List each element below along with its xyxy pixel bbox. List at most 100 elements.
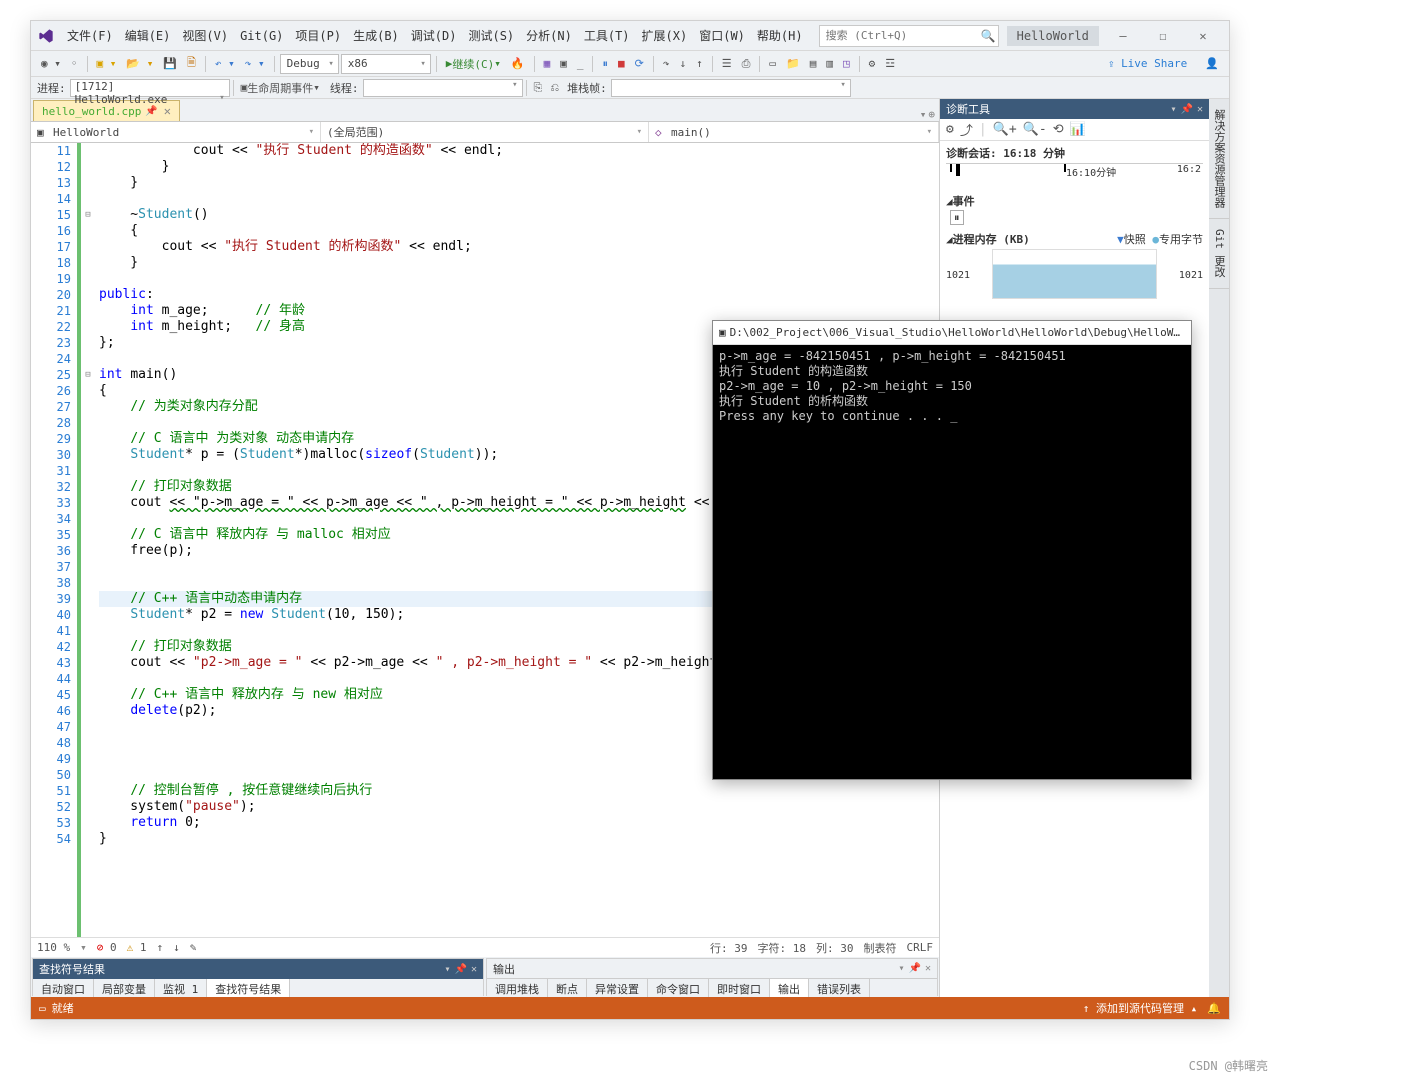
restart-button[interactable]: ⟳ xyxy=(631,55,648,72)
panel-tab[interactable]: 自动窗口 xyxy=(33,979,94,999)
stack-icon1[interactable]: ⎘ xyxy=(530,79,547,97)
redo-button[interactable]: ↷ ▾ xyxy=(241,55,269,72)
tab-dropdown-icon[interactable]: ▾ xyxy=(920,108,927,121)
lifecycle-icon[interactable]: ▣ 生命周期事件 ▾ xyxy=(237,78,324,98)
panel-tab[interactable]: 监视 1 xyxy=(155,979,207,999)
stackframe-combo[interactable] xyxy=(611,79,851,97)
tab-more-icon[interactable]: ⊕ xyxy=(928,108,935,121)
nav-up-icon[interactable]: ↑ xyxy=(157,941,164,954)
scm-button[interactable]: ↑ 添加到源代码管理 ▴ xyxy=(1083,1000,1198,1016)
close-tab-icon[interactable]: ✕ xyxy=(164,104,171,118)
admin-icon[interactable]: 👤 xyxy=(1201,55,1223,72)
export-icon[interactable]: ⤴ xyxy=(960,120,973,139)
nav-scope-function[interactable]: ◇main() xyxy=(649,122,939,142)
stack-icon2[interactable]: ⎌ xyxy=(546,79,563,97)
close-button[interactable]: ✕ xyxy=(1183,22,1223,50)
pause-button[interactable]: ⏸ xyxy=(598,55,612,73)
menu-item[interactable]: 调试(D) xyxy=(405,25,463,47)
warning-count[interactable]: ⚠ 1 xyxy=(127,941,147,954)
panel-tab[interactable]: 局部变量 xyxy=(94,979,155,999)
tb-misc-1[interactable]: ☰ xyxy=(718,55,736,72)
zoom-level[interactable]: 110 % xyxy=(37,941,70,954)
undo-button[interactable]: ↶ ▾ xyxy=(211,55,239,72)
menu-item[interactable]: 帮助(H) xyxy=(751,25,809,47)
panel-close-icon[interactable]: ✕ xyxy=(471,964,477,975)
ruler-icon[interactable]: ✎ xyxy=(190,941,197,954)
panel-dropdown-icon[interactable]: ▾ xyxy=(444,964,450,975)
tb-misc-8[interactable]: ⚙ xyxy=(865,55,880,72)
continue-button[interactable]: ▶ 继续(C) ▾ xyxy=(442,54,505,74)
panel-tab[interactable]: 输出 xyxy=(770,979,809,999)
panel-tab[interactable]: 查找符号结果 xyxy=(207,979,290,999)
platform-combo[interactable]: x86 xyxy=(341,54,431,74)
liveshare-button[interactable]: ⇪ Live Share xyxy=(1102,55,1193,72)
step-out-button[interactable]: ↑ xyxy=(692,55,707,72)
search-icon[interactable]: 🔍 xyxy=(979,29,998,43)
config-combo[interactable]: Debug xyxy=(280,54,339,74)
tb-icon-2[interactable]: ▣ xyxy=(556,55,571,72)
new-file-button[interactable]: ▣ ▾ xyxy=(93,55,121,72)
menu-item[interactable]: 文件(F) xyxy=(61,25,119,47)
tb-misc-9[interactable]: ☲ xyxy=(881,55,899,72)
menu-item[interactable]: 工具(T) xyxy=(578,25,636,47)
panel-tab[interactable]: 错误列表 xyxy=(809,979,870,999)
diag-events-header[interactable]: ◢事件 xyxy=(946,193,1203,209)
menu-item[interactable]: 分析(N) xyxy=(520,25,578,47)
panel-dropdown-icon[interactable]: ▾ xyxy=(1170,104,1176,115)
tb-misc-6[interactable]: ▥ xyxy=(822,55,837,72)
tb-icon-1[interactable]: ▦ xyxy=(540,55,555,72)
tb-icon-3[interactable]: _ xyxy=(573,55,588,72)
stop-button[interactable]: ■ xyxy=(614,55,629,72)
menu-item[interactable]: 窗口(W) xyxy=(693,25,751,47)
nav-scope-project[interactable]: ▣HelloWorld xyxy=(31,122,321,142)
menu-item[interactable]: 生成(B) xyxy=(347,25,405,47)
search-box[interactable]: 🔍 xyxy=(819,25,999,47)
panel-pin-icon[interactable]: 📌 xyxy=(455,964,467,975)
tb-misc-2[interactable]: ⎙ xyxy=(738,55,755,73)
memory-chart[interactable] xyxy=(992,249,1157,299)
tb-misc-5[interactable]: ▤ xyxy=(806,55,821,72)
tb-misc-4[interactable]: 📁 xyxy=(782,55,804,72)
reset-zoom-icon[interactable]: ⟲ xyxy=(1053,122,1064,137)
notification-icon[interactable]: 🔔 xyxy=(1207,1002,1221,1015)
panel-close-icon[interactable]: ✕ xyxy=(925,963,931,974)
menu-item[interactable]: 项目(P) xyxy=(289,25,347,47)
side-tab-solution[interactable]: 解决方案资源管理器 xyxy=(1209,99,1229,219)
zoom-in-icon[interactable]: 🔍+ xyxy=(993,122,1017,137)
chart-icon[interactable]: 📊 xyxy=(1070,122,1086,137)
forward-button[interactable]: ◦ xyxy=(67,55,82,72)
maximize-button[interactable]: ☐ xyxy=(1143,22,1183,50)
search-input[interactable] xyxy=(820,29,979,42)
hot-reload-icon[interactable]: 🔥 xyxy=(507,55,529,72)
gear-icon[interactable]: ⚙ xyxy=(946,122,954,137)
panel-tab[interactable]: 调用堆栈 xyxy=(487,979,548,999)
step-into-button[interactable]: ↓ xyxy=(675,55,690,72)
panel-pin-icon[interactable]: 📌 xyxy=(909,963,921,974)
menu-item[interactable]: 视图(V) xyxy=(176,25,234,47)
side-tab-git[interactable]: Git 更改 xyxy=(1209,219,1229,289)
panel-tab[interactable]: 即时窗口 xyxy=(709,979,770,999)
panel-tab[interactable]: 断点 xyxy=(548,979,587,999)
eol-mode[interactable]: CRLF xyxy=(907,941,934,954)
pin-icon[interactable]: 📌 xyxy=(145,106,157,117)
process-combo[interactable]: [1712] HelloWorld.exe xyxy=(70,79,230,97)
panel-dropdown-icon[interactable]: ▾ xyxy=(898,963,904,974)
thread-combo[interactable] xyxy=(363,79,523,97)
menu-item[interactable]: 测试(S) xyxy=(462,25,520,47)
nav-scope-global[interactable]: (全局范围) xyxy=(321,122,649,142)
tb-misc-3[interactable]: ▭ xyxy=(765,55,780,72)
pause-events-icon[interactable]: ⏸ xyxy=(950,210,964,225)
zoom-out-icon[interactable]: 🔍- xyxy=(1023,122,1047,137)
diag-timeline[interactable]: 16:10分钟 16:2 xyxy=(946,163,1203,189)
menu-item[interactable]: Git(G) xyxy=(234,25,289,47)
minimize-button[interactable]: — xyxy=(1103,22,1143,50)
error-count[interactable]: ⊘ 0 xyxy=(97,941,117,954)
indent-mode[interactable]: 制表符 xyxy=(864,940,897,956)
panel-tab[interactable]: 异常设置 xyxy=(587,979,648,999)
save-all-button[interactable]: 🗎 xyxy=(183,52,200,75)
step-over-button[interactable]: ↷ xyxy=(659,55,674,72)
save-button[interactable]: 💾 xyxy=(159,55,181,72)
open-button[interactable]: 📂 ▾ xyxy=(122,55,157,72)
back-button[interactable]: ◉ ▾ xyxy=(37,55,65,72)
menu-item[interactable]: 扩展(X) xyxy=(636,25,694,47)
